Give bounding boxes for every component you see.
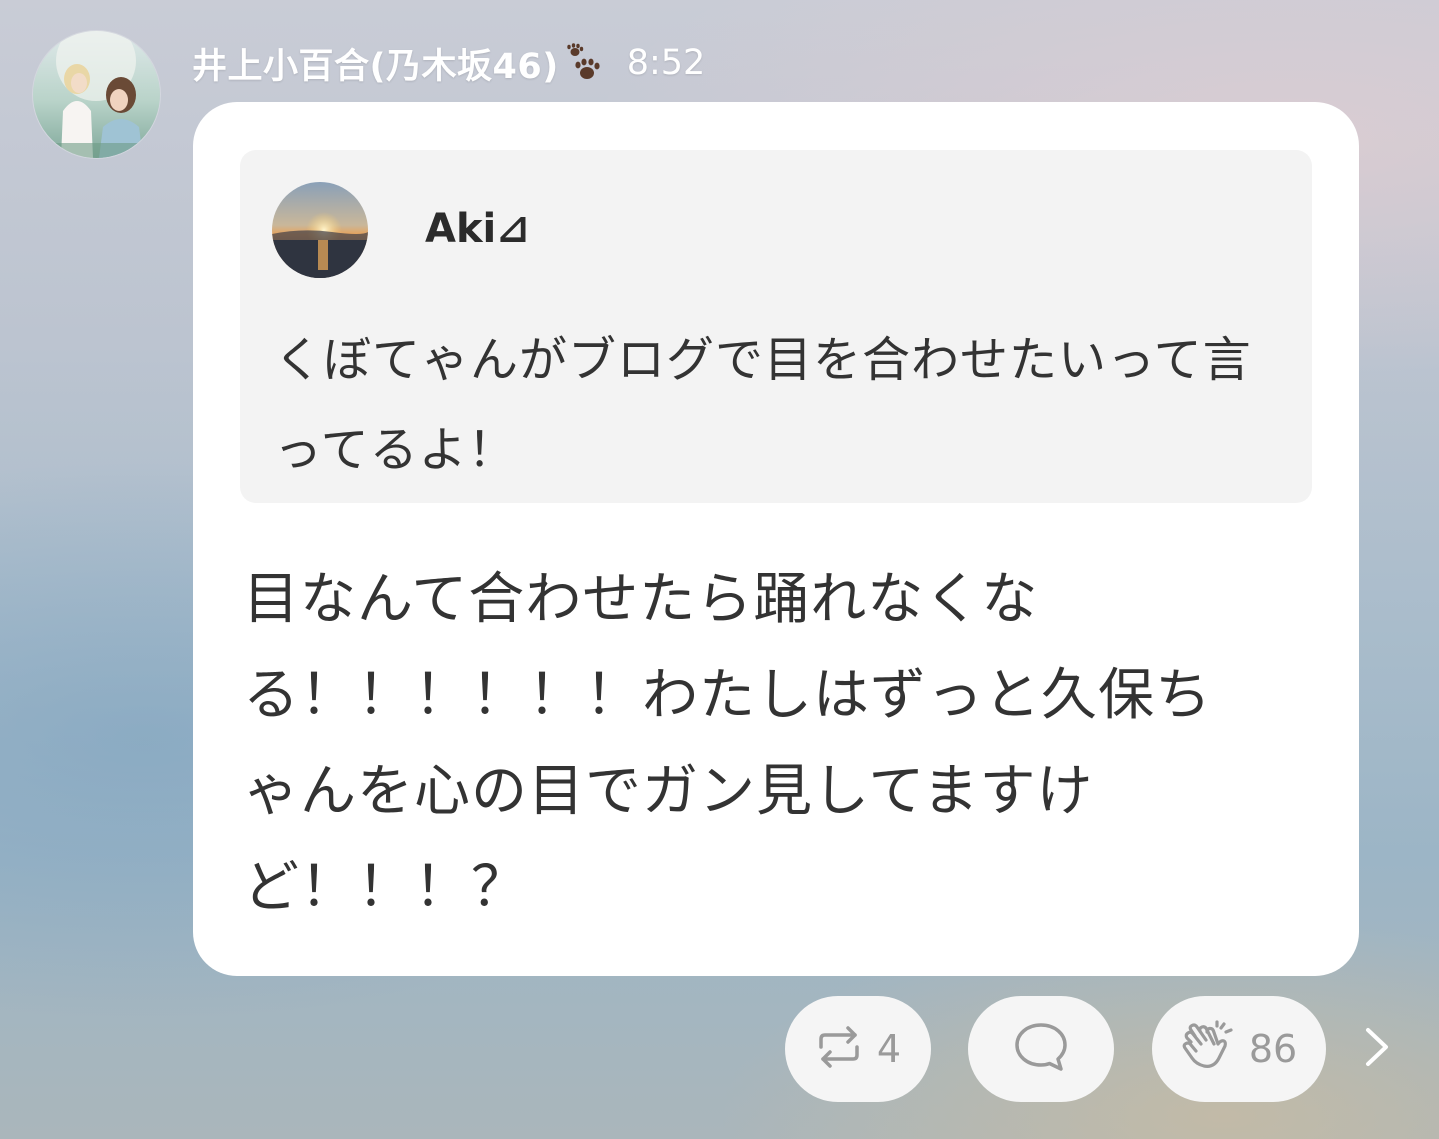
message-bubble: Aki⊿ くぼてゃんがブログで目を合わせたいって言ってるよ！ 目なんて合わせたら… [193,102,1359,976]
message-time: 8:52 [626,43,706,83]
repost-button[interactable]: 4 [785,996,931,1102]
comment-bubble-icon [1013,1021,1069,1077]
sender-avatar[interactable] [33,31,160,158]
quote-text: くぼてゃんがブログで目を合わせたいって言ってるよ！ [274,332,1252,478]
sender-name[interactable]: 井上小百合(乃木坂46) [192,38,559,89]
quote-author-name[interactable]: Aki⊿ [425,206,530,252]
chevron-right-icon[interactable] [1360,1024,1396,1070]
comment-button[interactable] [968,996,1114,1102]
clap-button[interactable]: 86 [1152,996,1326,1102]
clapping-hands-icon [1181,1020,1235,1078]
message-header: 井上小百合(乃木坂46) 8:52 [192,38,705,88]
message-text: 目なんて合わせたら踊れなくなる！！！！！！わたしはずっと久保ちゃんを心の目でガン… [243,567,1212,920]
paw-prints-icon [565,43,607,83]
repost-count: 4 [876,1027,902,1071]
quote-author-avatar[interactable] [272,182,368,278]
quoted-message[interactable]: Aki⊿ くぼてゃんがブログで目を合わせたいって言ってるよ！ [240,150,1312,503]
repost-icon [815,1023,863,1075]
clap-count: 86 [1248,1027,1298,1071]
